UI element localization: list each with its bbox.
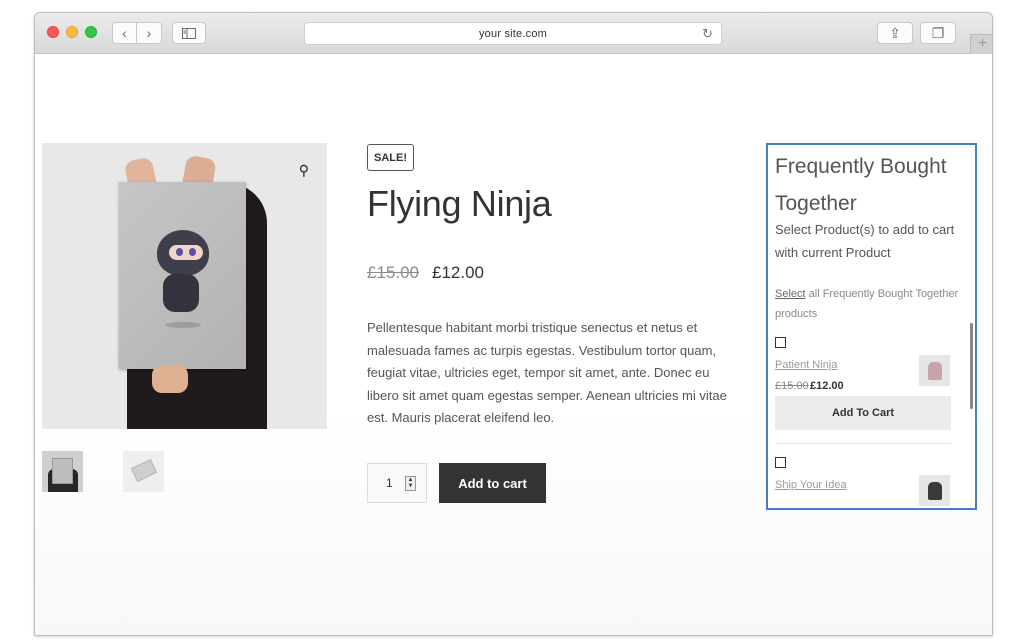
fbt-select-all: Select all Frequently Bought Together pr… bbox=[775, 284, 970, 324]
regular-price: £15.00 bbox=[367, 263, 419, 282]
product-main-image[interactable]: ⚲ bbox=[42, 143, 327, 429]
frequently-bought-together-widget: Frequently Bought Together Select Produc… bbox=[766, 143, 977, 510]
close-window-button[interactable] bbox=[47, 26, 59, 38]
fbt-subtitle: Select Product(s) to add to cart with cu… bbox=[775, 222, 955, 260]
show-tabs-button[interactable]: ❐ bbox=[920, 22, 956, 44]
fbt-item-divider bbox=[775, 443, 951, 444]
ninja-eye-right bbox=[189, 248, 196, 256]
ninja-eye-left bbox=[176, 248, 183, 256]
hoodie-icon bbox=[927, 481, 942, 500]
product-description: Pellentesque habitant morbi tristique se… bbox=[367, 320, 727, 425]
forward-icon: › bbox=[146, 25, 152, 41]
sidebar-toggle-button[interactable] bbox=[172, 22, 206, 44]
select-all-link[interactable]: Select bbox=[775, 288, 806, 300]
fbt-scrollbar[interactable] bbox=[970, 323, 973, 409]
quantity-input[interactable]: 1 ▲ ▼ bbox=[367, 463, 427, 503]
fbt-item-thumbnail[interactable] bbox=[919, 475, 950, 506]
zoom-window-button[interactable] bbox=[85, 26, 97, 38]
fbt-item-checkbox[interactable] bbox=[775, 457, 786, 468]
sale-badge: SALE! bbox=[367, 144, 414, 171]
browser-toolbar: ‹ › your site.com ↻ ⇪ ❐ + bbox=[35, 13, 992, 54]
quantity-stepper-icon[interactable]: ▲ ▼ bbox=[405, 476, 416, 491]
sidebar-icon bbox=[182, 27, 196, 39]
fbt-item-thumbnail[interactable] bbox=[919, 355, 950, 386]
new-tab-button[interactable]: + bbox=[970, 34, 992, 54]
ninja-poster bbox=[119, 182, 246, 369]
browser-window: ‹ › your site.com ↻ ⇪ ❐ + ⚲ SALE! Flying… bbox=[34, 12, 993, 636]
back-button[interactable]: ‹ bbox=[112, 22, 137, 44]
fbt-item-checkbox[interactable] bbox=[775, 337, 786, 348]
fbt-item-name-link[interactable]: Patient Ninja bbox=[775, 359, 837, 371]
share-icon: ⇪ bbox=[889, 24, 901, 41]
ninja-body bbox=[163, 274, 199, 312]
fbt-item-sale-price: £12.00 bbox=[810, 380, 844, 392]
product-thumbnail-2[interactable] bbox=[123, 451, 164, 492]
page-content: ⚲ SALE! Flying Ninja £15.00 £12.00 Pelle… bbox=[35, 55, 992, 635]
ninja-shadow bbox=[165, 322, 201, 328]
hoodie-icon bbox=[927, 361, 942, 380]
forward-button[interactable]: › bbox=[137, 22, 162, 44]
ninja-head bbox=[157, 230, 209, 276]
fbt-item-name-link[interactable]: Ship Your Idea bbox=[775, 479, 847, 491]
new-tab-icon: + bbox=[977, 35, 988, 52]
address-bar[interactable]: your site.com ↻ bbox=[304, 22, 722, 45]
back-icon: ‹ bbox=[122, 25, 127, 41]
ninja-face bbox=[169, 245, 203, 260]
address-bar-text: your site.com bbox=[478, 27, 547, 40]
share-button[interactable]: ⇪ bbox=[877, 22, 913, 44]
sale-price: £12.00 bbox=[432, 263, 484, 282]
fbt-item-regular-price: £15.00 bbox=[775, 380, 809, 392]
quantity-value: 1 bbox=[386, 476, 393, 490]
product-thumbnail-1[interactable] bbox=[42, 451, 83, 492]
thumbnail-flat-poster bbox=[130, 459, 158, 482]
add-to-cart-button[interactable]: Add to cart bbox=[439, 463, 546, 503]
thumbnail-poster bbox=[52, 458, 73, 484]
ninja-illustration bbox=[153, 230, 215, 328]
zoom-icon[interactable]: ⚲ bbox=[299, 162, 309, 179]
fbt-title: Frequently Bought Together bbox=[775, 155, 947, 215]
tabs-icon: ❐ bbox=[931, 24, 945, 41]
minimize-window-button[interactable] bbox=[66, 26, 78, 38]
reload-icon[interactable]: ↻ bbox=[702, 26, 713, 42]
fbt-add-to-cart-button[interactable]: Add To Cart bbox=[775, 396, 951, 430]
model-bottom-hand bbox=[152, 365, 188, 393]
product-title: Flying Ninja bbox=[367, 183, 552, 224]
